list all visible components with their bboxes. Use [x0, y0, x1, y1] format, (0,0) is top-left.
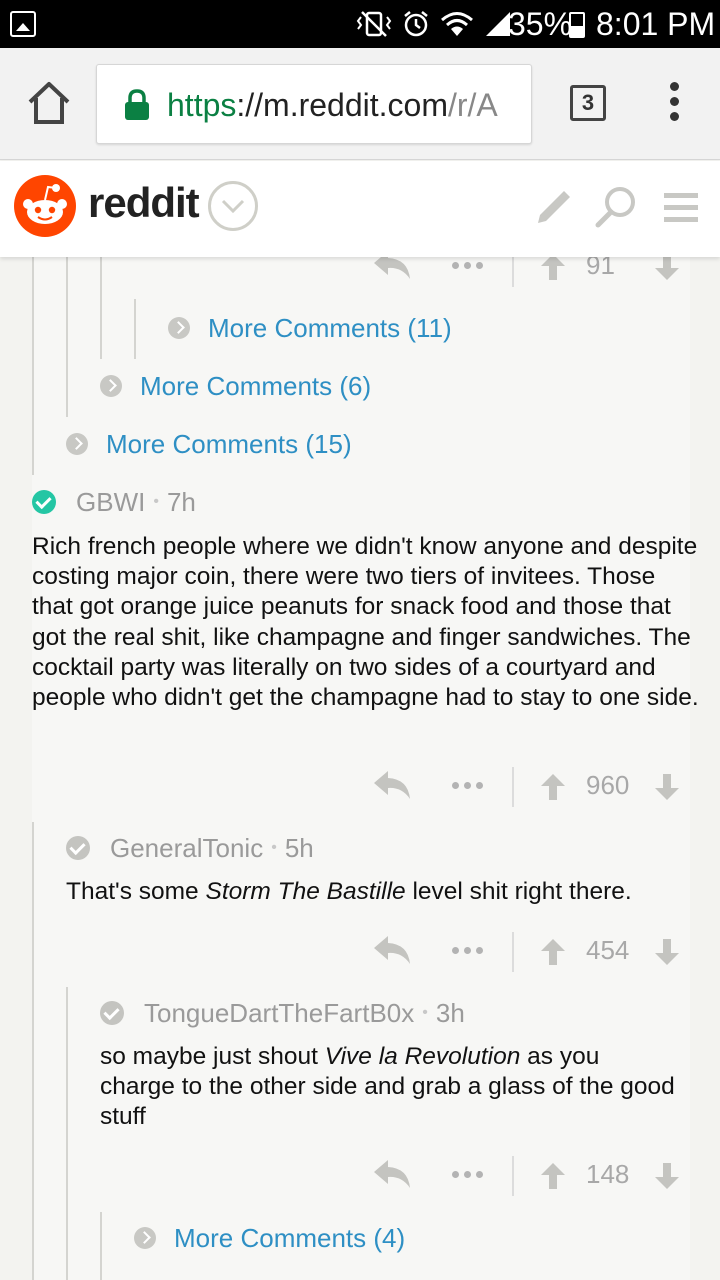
wifi-icon	[441, 12, 473, 36]
more-comments-label: More Comments (15)	[106, 429, 352, 459]
upvote-icon[interactable]	[540, 257, 566, 281]
comment-age: 7h	[166, 487, 196, 517]
browser-toolbar: https://m.reddit.com/r/A 3	[0, 48, 720, 160]
reddit-logo-icon[interactable]	[14, 175, 76, 237]
thread-rail	[32, 822, 34, 1280]
url-host: ://m.reddit.com	[236, 87, 448, 123]
thread-rail	[66, 257, 68, 417]
vibrate-icon	[356, 11, 392, 37]
check-circle-icon	[100, 1001, 124, 1025]
chevron-right-icon	[66, 433, 88, 455]
alarm-icon	[404, 11, 428, 37]
thread-rail	[32, 257, 34, 475]
upvote-icon[interactable]	[540, 938, 566, 966]
divider	[512, 1156, 514, 1196]
more-comments-label: More Comments (6)	[140, 371, 372, 401]
comment-meta: GeneralTonic • 5h	[66, 832, 314, 864]
divider	[512, 767, 514, 807]
comment-author[interactable]: GeneralTonic	[110, 832, 263, 864]
lock-icon	[125, 89, 149, 120]
upvote-icon[interactable]	[540, 1162, 566, 1190]
comment-body: That's some Storm The Bastille level shi…	[66, 878, 632, 905]
reply-icon[interactable]	[372, 257, 412, 281]
reply-icon[interactable]	[372, 1158, 412, 1190]
reply-icon[interactable]	[372, 769, 412, 801]
battery-percent: 35%	[508, 6, 573, 42]
search-icon[interactable]	[592, 183, 640, 231]
url-path: /r/A	[447, 87, 498, 123]
more-comments-button[interactable]: More Comments (15)	[66, 428, 352, 460]
chevron-down-icon[interactable]	[208, 181, 258, 231]
downvote-icon[interactable]	[654, 257, 680, 281]
reddit-wordmark[interactable]: reddit	[88, 175, 200, 231]
comment-meta: TongueDartTheFartB0x • 3h	[100, 997, 465, 1029]
reddit-header: reddit	[0, 161, 720, 257]
comment-actions: 148	[372, 1156, 682, 1196]
comment-author[interactable]: TongueDartTheFartB0x	[144, 997, 414, 1029]
meta-separator: •	[422, 1004, 428, 1021]
more-options-icon[interactable]	[452, 947, 483, 954]
comment-body: Rich french people where we didn't know …	[32, 533, 699, 712]
overflow-menu-icon[interactable]	[666, 82, 682, 126]
clock: 8:01 PM	[596, 6, 716, 42]
chevron-right-icon	[134, 1227, 156, 1249]
comment-actions: 454	[372, 932, 682, 972]
more-options-icon[interactable]	[452, 1171, 483, 1178]
thread-rail	[134, 299, 136, 359]
more-comments-button[interactable]: More Comments (6)	[100, 370, 371, 402]
meta-separator: •	[153, 493, 159, 510]
comment-author[interactable]: GBWI	[76, 486, 145, 518]
battery-icon	[569, 12, 585, 38]
gallery-icon	[10, 11, 36, 37]
thread-rail	[100, 1212, 102, 1280]
more-comments-button[interactable]: More Comments (4)	[134, 1222, 405, 1254]
pencil-icon[interactable]	[530, 183, 578, 231]
check-circle-icon	[66, 836, 90, 860]
verified-check-icon	[32, 490, 56, 514]
more-comments-label: More Comments (4)	[174, 1223, 406, 1253]
downvote-icon[interactable]	[654, 773, 680, 801]
comment-age: 5h	[284, 833, 314, 863]
thread-rail	[100, 257, 102, 359]
chevron-right-icon	[100, 375, 122, 397]
comment-actions: 91	[372, 257, 682, 287]
url-text: https://m.reddit.com/r/A	[167, 83, 498, 127]
thread-rail	[66, 987, 68, 1280]
status-bar: 35% 8:01 PM	[0, 0, 720, 48]
comment-thread: 91 More Comments (11) More Comments (6) …	[0, 257, 720, 1280]
downvote-icon[interactable]	[654, 1162, 680, 1190]
more-comments-label: More Comments (11)	[208, 313, 452, 343]
more-options-icon[interactable]	[452, 782, 483, 789]
address-bar[interactable]: https://m.reddit.com/r/A	[96, 64, 532, 144]
url-scheme: https	[167, 87, 237, 123]
status-icons	[356, 10, 512, 38]
score: 960	[586, 770, 630, 800]
home-icon[interactable]	[24, 78, 74, 128]
tab-switcher-button[interactable]: 3	[570, 85, 606, 121]
more-options-icon[interactable]	[452, 262, 483, 269]
divider	[512, 257, 514, 287]
divider	[512, 932, 514, 972]
chevron-right-icon	[168, 317, 190, 339]
upvote-icon[interactable]	[540, 773, 566, 801]
score: 454	[586, 935, 630, 965]
hamburger-menu-icon[interactable]	[658, 183, 706, 231]
score: 91	[586, 257, 615, 280]
comment-body: so maybe just shout Vive la Revolution a…	[100, 1043, 675, 1131]
comment-actions: 960	[372, 767, 682, 807]
comment-meta: GBWI • 7h	[32, 486, 196, 518]
meta-separator: •	[271, 839, 277, 856]
comment-age: 3h	[435, 998, 465, 1028]
reply-icon[interactable]	[372, 934, 412, 966]
more-comments-button[interactable]: More Comments (11)	[168, 312, 452, 344]
score: 148	[586, 1159, 630, 1189]
downvote-icon[interactable]	[654, 938, 680, 966]
